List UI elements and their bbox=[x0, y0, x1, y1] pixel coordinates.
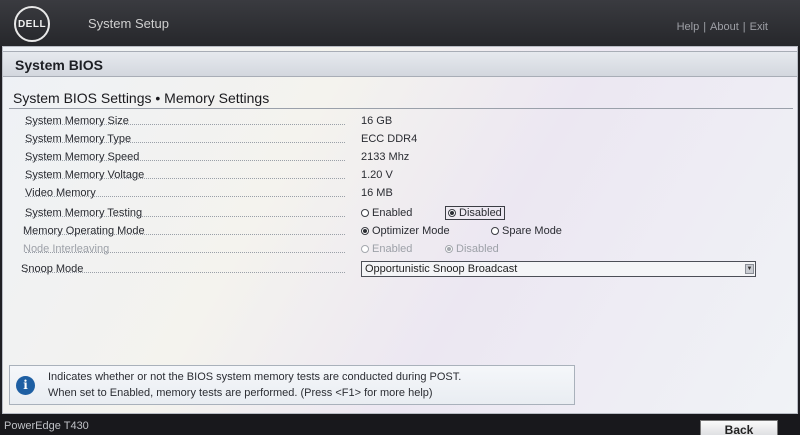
row-memory-size: System Memory Size 16 GB bbox=[25, 115, 765, 132]
app-title: System Setup bbox=[88, 16, 169, 31]
setting-label: System Memory Voltage bbox=[25, 169, 145, 181]
section-header: System BIOS bbox=[3, 51, 797, 77]
setting-label: Memory Operating Mode bbox=[23, 225, 145, 237]
row-snoop-mode: Snoop Mode Opportunistic Snoop Broadcast… bbox=[21, 261, 765, 280]
option-label: Disabled bbox=[456, 243, 499, 255]
setting-label: System Memory Size bbox=[25, 115, 129, 127]
chevron-down-icon[interactable]: ▼ bbox=[745, 264, 754, 274]
help-text-line: Indicates whether or not the BIOS system… bbox=[48, 371, 462, 383]
footer-bar: PowerEdge T430 Back bbox=[0, 414, 800, 435]
radio-button-selected-icon bbox=[361, 227, 369, 235]
help-text-line: When set to Enabled, memory tests are pe… bbox=[48, 387, 433, 399]
spare-mode-radio[interactable]: Spare Mode bbox=[491, 225, 562, 237]
setting-label: Video Memory bbox=[25, 187, 96, 199]
section-title: System BIOS bbox=[15, 57, 103, 73]
top-links: Help | About | Exit bbox=[677, 21, 768, 33]
memory-testing-enabled-radio[interactable]: Enabled bbox=[361, 207, 412, 219]
memory-size-value: 16 GB bbox=[361, 115, 393, 127]
radio-button-icon bbox=[361, 245, 369, 253]
row-memory-speed: System Memory Speed 2133 Mhz bbox=[25, 151, 765, 168]
row-video-memory: Video Memory 16 MB bbox=[25, 187, 765, 204]
setting-label: System Memory Type bbox=[25, 133, 132, 145]
exit-link[interactable]: Exit bbox=[750, 21, 768, 33]
option-label: Optimizer Mode bbox=[372, 225, 450, 237]
main-panel: System BIOS System BIOS Settings • Memor… bbox=[2, 46, 798, 414]
setting-label: Node Interleaving bbox=[23, 243, 110, 255]
option-label: Spare Mode bbox=[502, 225, 562, 237]
row-memory-testing: System Memory Testing Enabled Disabled bbox=[25, 206, 765, 224]
setting-label: System Memory Testing bbox=[25, 207, 143, 219]
setting-label: Snoop Mode bbox=[21, 263, 84, 275]
memory-type-value: ECC DDR4 bbox=[361, 133, 418, 145]
radio-button-selected-icon bbox=[448, 209, 456, 217]
title-divider bbox=[9, 108, 793, 109]
row-node-interleaving: Node Interleaving Enabled Disabled bbox=[23, 243, 765, 260]
about-link[interactable]: About bbox=[710, 21, 739, 33]
memory-voltage-value: 1.20 V bbox=[361, 169, 393, 181]
row-memory-type: System Memory Type ECC DDR4 bbox=[25, 133, 765, 150]
help-link[interactable]: Help bbox=[677, 21, 700, 33]
snoop-mode-dropdown[interactable]: Opportunistic Snoop Broadcast ▼ bbox=[361, 261, 756, 277]
setting-label: System Memory Speed bbox=[25, 151, 140, 163]
row-operating-mode: Memory Operating Mode Optimizer Mode Spa… bbox=[23, 225, 765, 242]
dell-logo: DELL bbox=[14, 6, 50, 42]
info-icon: i bbox=[16, 376, 35, 395]
option-label: Disabled bbox=[459, 207, 502, 219]
optimizer-mode-radio[interactable]: Optimizer Mode bbox=[361, 225, 450, 237]
page-title: System BIOS Settings • Memory Settings bbox=[13, 90, 270, 106]
memory-speed-value: 2133 Mhz bbox=[361, 151, 410, 163]
node-interleaving-enabled-radio: Enabled bbox=[361, 243, 412, 255]
back-button[interactable]: Back bbox=[700, 420, 778, 435]
option-label: Enabled bbox=[372, 207, 413, 219]
dropdown-selected-value: Opportunistic Snoop Broadcast bbox=[365, 263, 518, 275]
link-separator: | bbox=[703, 21, 707, 33]
link-separator: | bbox=[742, 21, 746, 33]
option-label: Enabled bbox=[372, 243, 413, 255]
video-memory-value: 16 MB bbox=[361, 187, 393, 199]
radio-button-icon bbox=[491, 227, 499, 235]
memory-testing-disabled-radio[interactable]: Disabled bbox=[445, 206, 505, 220]
radio-button-selected-icon bbox=[445, 245, 453, 253]
row-memory-voltage: System Memory Voltage 1.20 V bbox=[25, 169, 765, 186]
top-bar: DELL System Setup Help | About | Exit bbox=[0, 0, 800, 46]
help-box: i Indicates whether or not the BIOS syst… bbox=[9, 365, 575, 405]
system-model: PowerEdge T430 bbox=[4, 420, 89, 432]
radio-button-icon bbox=[361, 209, 369, 217]
node-interleaving-disabled-radio: Disabled bbox=[445, 243, 499, 255]
